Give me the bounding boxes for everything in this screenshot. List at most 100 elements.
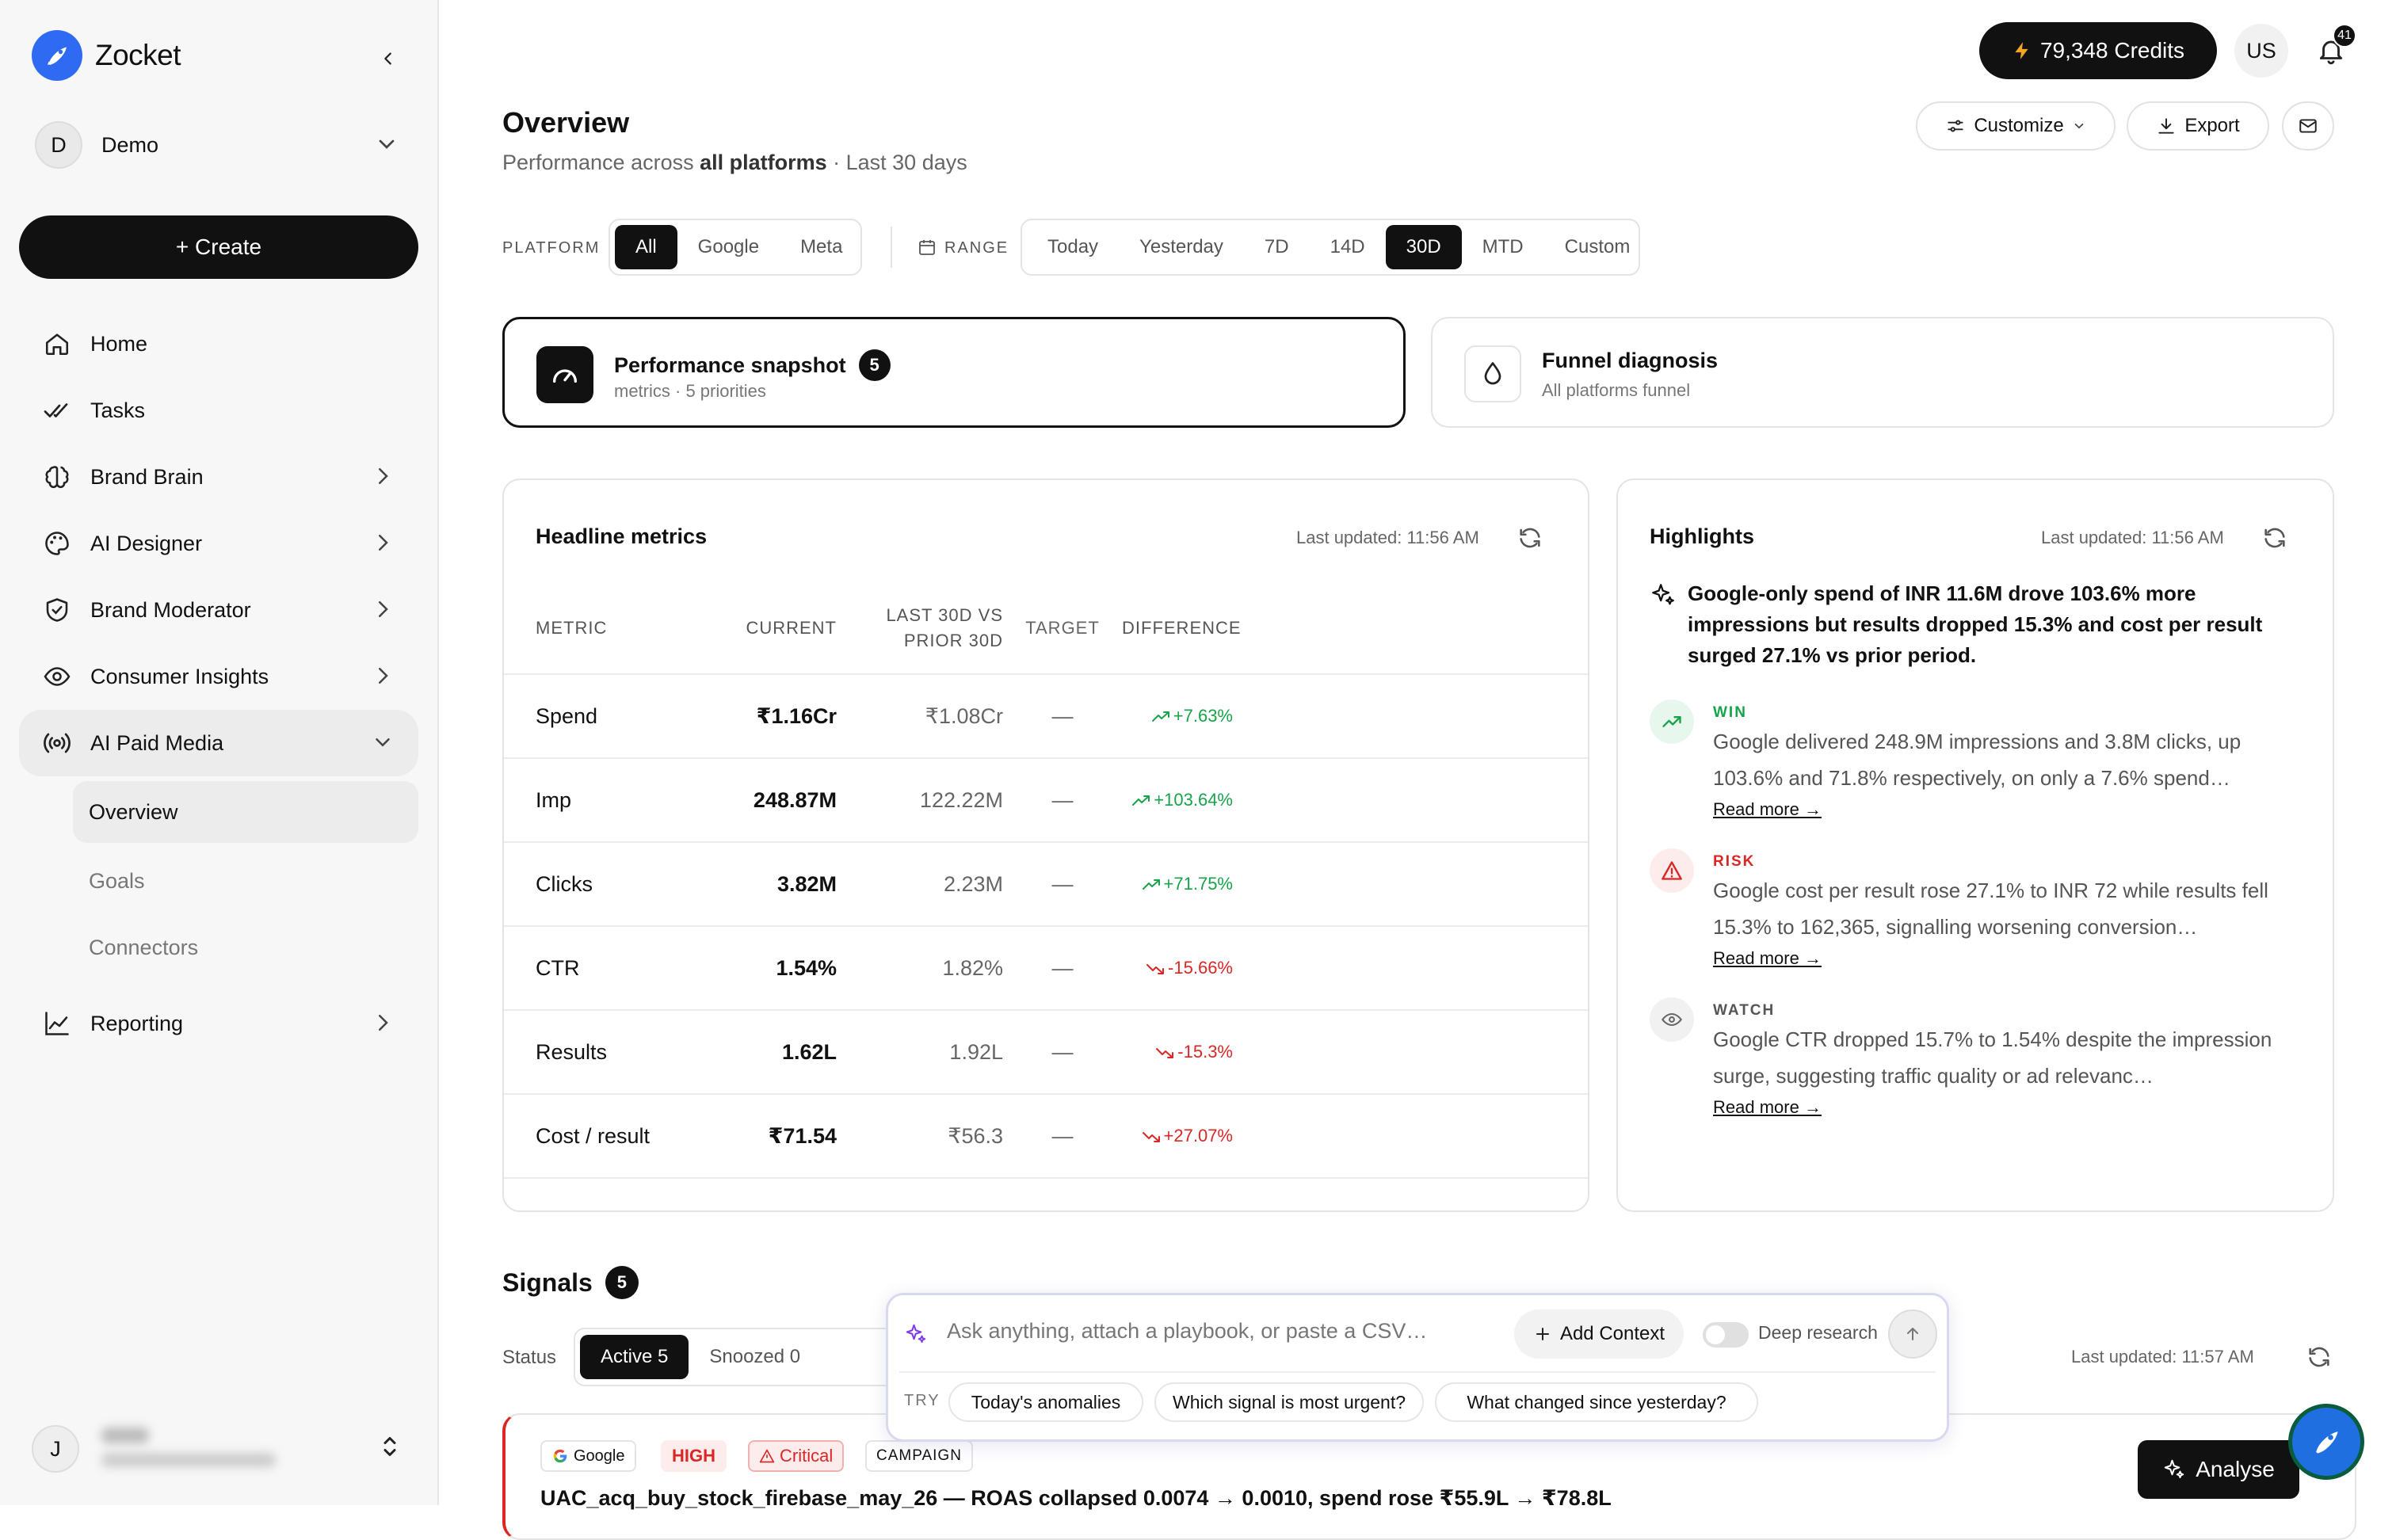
user-name-redacted <box>101 1428 149 1443</box>
range-option-mtd[interactable]: MTD <box>1462 225 1544 269</box>
user-menu[interactable]: J <box>19 1418 415 1480</box>
range-option-yesterday[interactable]: Yesterday <box>1119 225 1244 269</box>
status-option-active[interactable]: Active 5 <box>580 1335 689 1379</box>
sidebar-item-ai-designer[interactable]: AI Designer <box>19 510 418 577</box>
sidebar-item-brand-brain[interactable]: Brand Brain <box>19 444 418 510</box>
sidebar-item-label: Brand Brain <box>90 465 204 490</box>
assistant-fab[interactable] <box>2288 1404 2364 1480</box>
deep-research-toggle[interactable] <box>1703 1322 1749 1348</box>
export-button[interactable]: Export <box>2127 101 2269 151</box>
metric-prior: 2.23M <box>837 872 1003 897</box>
broadcast-icon <box>41 727 73 759</box>
sidebar-item-home[interactable]: Home <box>19 311 418 377</box>
create-button[interactable]: + Create <box>19 215 418 279</box>
range-option-14d[interactable]: 14D <box>1310 225 1386 269</box>
sidebar-item-tasks[interactable]: Tasks <box>19 377 418 444</box>
metric-current: ₹71.54 <box>718 1124 837 1149</box>
range-option-today[interactable]: Today <box>1027 225 1119 269</box>
workspace-name: Demo <box>101 133 158 158</box>
ask-assistant-panel: Ask anything, attach a playbook, or past… <box>886 1293 1949 1442</box>
metric-current: 248.87M <box>718 788 837 813</box>
workspace-avatar: D <box>35 121 82 169</box>
trend-up-icon <box>1151 711 1170 723</box>
view-card-performance-snapshot[interactable]: Performance snapshot5 metrics · 5 priori… <box>502 317 1406 428</box>
table-header: METRIC CURRENT LAST 30D VS PRIOR 30D TAR… <box>504 583 1589 675</box>
refresh-icon[interactable] <box>1517 524 1543 551</box>
metric-current: 0 <box>718 1208 837 1213</box>
view-card-funnel-diagnosis[interactable]: Funnel diagnosis All platforms funnel <box>1431 317 2334 428</box>
trend-down-icon <box>1142 1130 1161 1143</box>
sidebar-subitem-goals[interactable]: Goals <box>19 848 418 914</box>
suggestion-chip[interactable]: What changed since yesterday? <box>1435 1382 1758 1422</box>
metric-prior: 0 <box>837 1208 1003 1213</box>
user-avatar: J <box>32 1425 79 1473</box>
drop-icon <box>1464 345 1521 402</box>
scope-tag: CAMPAIGN <box>865 1440 973 1472</box>
download-icon <box>2156 116 2177 136</box>
locale-button[interactable]: US <box>2234 24 2288 78</box>
sidebar-nav: Home Tasks Brand Brain AI Designer Brand… <box>19 311 418 1057</box>
severity-tag: Critical <box>748 1440 844 1472</box>
analyse-button[interactable]: Analyse <box>2138 1440 2299 1499</box>
notifications-button[interactable]: 41 <box>2304 24 2358 78</box>
add-context-button[interactable]: Add Context <box>1514 1309 1684 1359</box>
sidebar-item-reporting[interactable]: Reporting <box>19 990 418 1057</box>
metric-target: — <box>1003 1208 1122 1213</box>
range-option-30d[interactable]: 30D <box>1386 225 1462 269</box>
view-badge: 5 <box>859 349 891 381</box>
workspace-switcher[interactable]: D Demo <box>19 117 414 173</box>
logo[interactable]: Zocket <box>32 30 181 81</box>
range-option-7d[interactable]: 7D <box>1244 225 1310 269</box>
table-row: Spend₹1.16Cr₹1.08Cr—+7.63% <box>504 675 1589 759</box>
refresh-icon[interactable] <box>2306 1344 2333 1370</box>
sidebar-item-consumer-insights[interactable]: Consumer Insights <box>19 643 418 710</box>
platform-option-all[interactable]: All <box>615 225 677 269</box>
card-title: Highlights <box>1650 524 1754 549</box>
collapse-sidebar-button[interactable] <box>372 43 404 74</box>
ask-input[interactable]: Ask anything, attach a playbook, or past… <box>947 1319 1427 1344</box>
metric-name: Imp <box>504 788 718 813</box>
platform-option-meta[interactable]: Meta <box>780 225 863 269</box>
metric-target: — <box>1003 956 1122 981</box>
priority-tag: HIGH <box>661 1440 727 1472</box>
sidebar-item-brand-moderator[interactable]: Brand Moderator <box>19 577 418 643</box>
refresh-icon[interactable] <box>2261 524 2288 551</box>
metric-prior: ₹56.3 <box>837 1124 1003 1149</box>
customize-button[interactable]: Customize <box>1916 101 2116 151</box>
read-more-link[interactable]: Read more → <box>1713 948 1822 969</box>
read-more-link[interactable]: Read more → <box>1713 799 1822 820</box>
highlights-card: Highlights Last updated: 11:56 AM Google… <box>1616 478 2334 1212</box>
table-row: Results1.62L1.92L—-15.3% <box>504 1011 1589 1095</box>
status-option-snoozed[interactable]: Snoozed 0 <box>689 1335 821 1379</box>
lightning-icon <box>2012 39 2032 63</box>
credits-button[interactable]: 79,348 Credits <box>1979 22 2217 79</box>
sidebar-subitem-connectors[interactable]: Connectors <box>19 914 418 981</box>
range-label: RANGE <box>944 239 1009 257</box>
sidebar-item-label: Reporting <box>90 1012 183 1036</box>
sidebar-subitem-overview[interactable]: Overview <box>73 781 418 843</box>
send-button[interactable] <box>1888 1309 1937 1359</box>
shield-check-icon <box>41 594 73 626</box>
metric-current: 1.54% <box>718 956 837 981</box>
metric-difference: +27.07% <box>1122 1126 1233 1146</box>
page-subtitle: Performance across all platforms · Last … <box>502 151 967 175</box>
metric-difference: +103.64% <box>1122 790 1233 810</box>
range-option-custom[interactable]: Custom <box>1544 225 1651 269</box>
notification-count: 41 <box>2333 24 2356 48</box>
sidebar-item-ai-paid-media[interactable]: AI Paid Media <box>19 710 418 776</box>
chevron-down-icon <box>374 132 399 157</box>
platform-option-google[interactable]: Google <box>677 225 780 269</box>
trend-up-icon <box>1131 795 1150 807</box>
warning-icon <box>759 1448 775 1464</box>
suggestion-chip[interactable]: Which signal is most urgent? <box>1154 1382 1424 1422</box>
metric-name: Total leads <box>504 1208 718 1213</box>
chevron-left-icon <box>380 50 397 67</box>
plus-icon <box>1533 1325 1552 1344</box>
trend-up-icon <box>1142 879 1161 891</box>
suggestion-chip[interactable]: Today's anomalies <box>948 1382 1143 1422</box>
email-button[interactable] <box>2282 101 2334 151</box>
metric-current: 1.62L <box>718 1040 837 1065</box>
read-more-link[interactable]: Read more → <box>1713 1097 1822 1118</box>
metric-difference: +7.63% <box>1122 706 1233 726</box>
eye-icon <box>1650 997 1694 1042</box>
